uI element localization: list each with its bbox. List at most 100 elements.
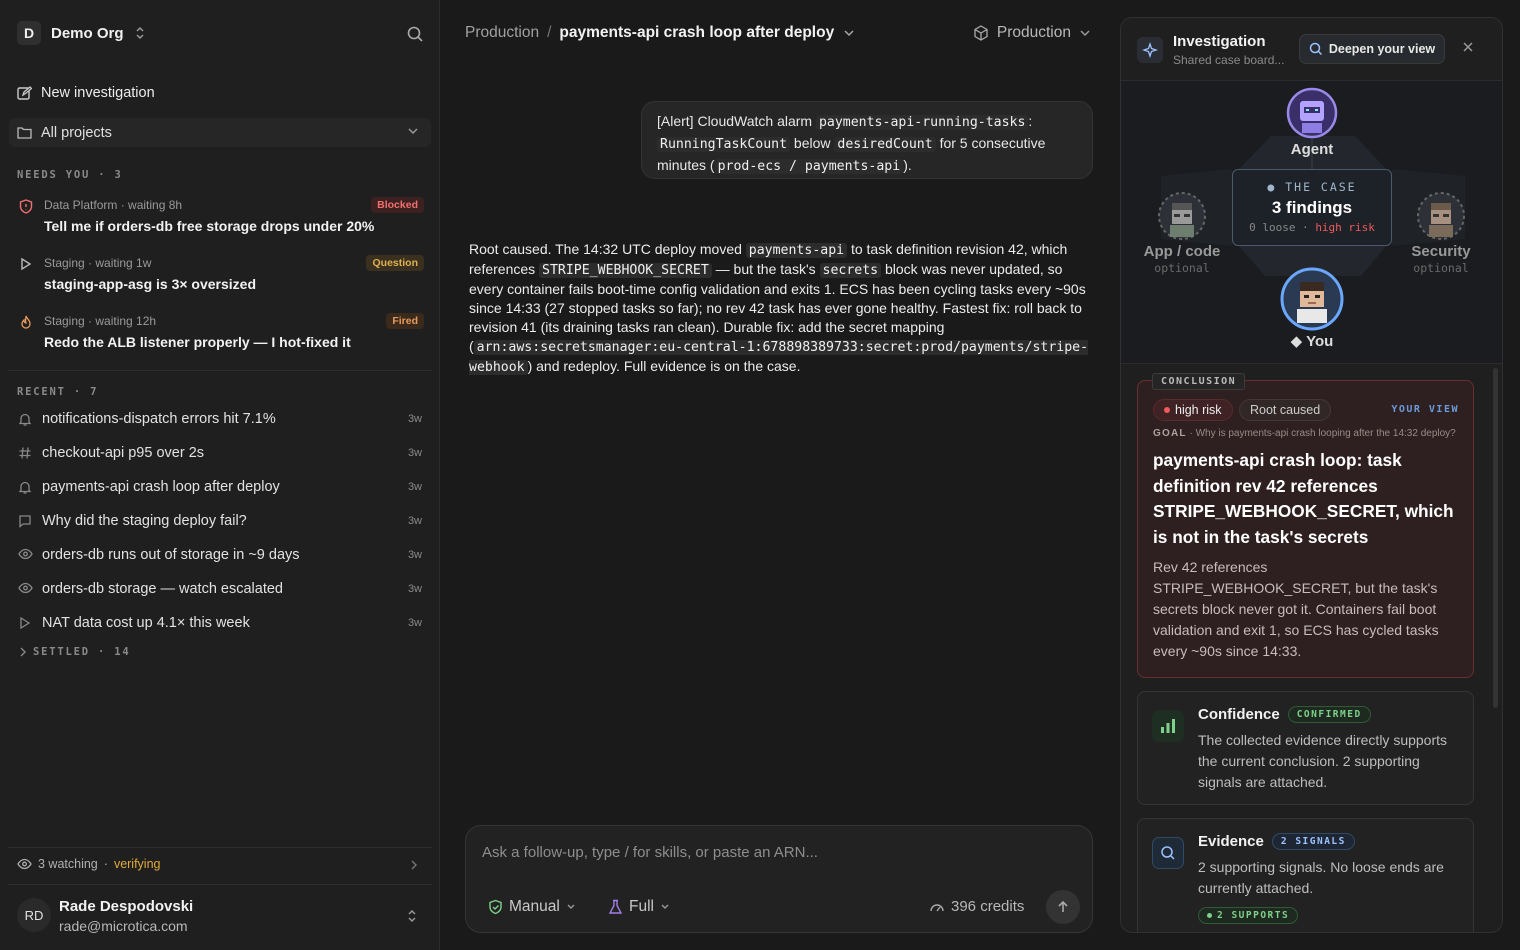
answer-text: Root caused. The 14:32 UTC deploy moved [469, 241, 746, 257]
watching-status[interactable]: 3 watching · verifying [17, 857, 160, 871]
app-code-optional: optional [1154, 261, 1210, 275]
panel-subtitle: Shared case board... [1173, 53, 1285, 67]
new-investigation-button[interactable]: New investigation [17, 85, 155, 101]
needs-you-item[interactable]: Staging · waiting 12h Redo the ALB liste… [17, 313, 427, 354]
message-input[interactable]: Ask a follow-up, type / for skills, or p… [482, 844, 818, 861]
new-investigation-label: New investigation [41, 85, 155, 101]
sidebar: D Demo Org New investigation All project… [0, 0, 440, 950]
watching-state: verifying [113, 857, 161, 871]
settled-toggle[interactable]: SETTLED · 14 [19, 646, 130, 658]
page-title: payments-api crash loop after deploy [559, 24, 835, 41]
you-label: ◆ You [1290, 333, 1334, 350]
eye-icon [18, 582, 33, 594]
confidence-title: Confidence [1198, 706, 1280, 723]
status-pill: Root caused [1239, 399, 1332, 421]
confidence-tag: CONFIRMED [1287, 706, 1371, 723]
alert-text: : [1028, 113, 1033, 129]
breadcrumb-project[interactable]: Production [465, 24, 539, 42]
recent-item-age: 3w [407, 583, 422, 595]
recent-item[interactable]: orders-db runs out of storage in ~9 days… [17, 545, 427, 567]
evidence-title: Evidence [1198, 833, 1264, 850]
recent-item[interactable]: Why did the staging deploy fail? 3w [17, 511, 427, 533]
search-icon [1309, 42, 1323, 56]
app-code-label: App / code [1143, 243, 1221, 260]
supports-badge: 2 SUPPORTS [1198, 907, 1299, 924]
send-button[interactable] [1046, 890, 1080, 924]
conclusion-card[interactable]: CONCLUSION high risk Root caused YOUR VI… [1137, 373, 1474, 678]
mode-selector[interactable]: Manual [488, 898, 576, 916]
settled-label: SETTLED · 14 [33, 646, 131, 658]
credits-label: 396 credits [951, 898, 1025, 915]
eye-icon [18, 548, 33, 560]
chevron-down-icon [407, 126, 419, 136]
chevron-down-icon [566, 903, 576, 911]
chevron-down-icon[interactable] [842, 28, 856, 38]
recent-item[interactable]: checkout-api p95 over 2s 3w [17, 443, 427, 465]
environment-selector[interactable]: Production [973, 24, 1091, 42]
recent-item-title: NAT data cost up 4.1× this week [42, 615, 250, 631]
user-email: rade@microtica.com [59, 918, 188, 934]
metric-name: RunningTaskCount [657, 137, 791, 152]
needs-you-meta: Data Platform · waiting 8h [44, 198, 183, 212]
confidence-header: Confidence CONFIRMED [1198, 706, 1371, 723]
divider [8, 884, 432, 885]
risk-label: high risk [1175, 403, 1222, 417]
bell-icon [18, 412, 32, 427]
conclusion-tag: CONCLUSION [1152, 373, 1246, 390]
risk-pill: high risk [1153, 399, 1233, 421]
evidence-card[interactable]: Evidence 2 SIGNALS 2 supporting signals.… [1137, 818, 1474, 932]
supports-dot [1207, 913, 1212, 918]
divider [8, 847, 432, 848]
chevron-updown-icon[interactable] [406, 907, 418, 925]
search-icon[interactable] [405, 24, 425, 44]
agent-label: Agent [1290, 141, 1334, 158]
bell-icon [18, 480, 32, 495]
goal-line: GOAL · Why is payments-api crash looping… [1153, 428, 1465, 439]
recent-item[interactable]: orders-db storage — watch escalated 3w [17, 579, 427, 601]
org-switcher[interactable]: D Demo Org [17, 21, 146, 45]
recent-item[interactable]: notifications-dispatch errors hit 7.1% 3… [17, 409, 427, 431]
confidence-card[interactable]: Confidence CONFIRMED The collected evide… [1137, 691, 1474, 805]
investigation-panel: Investigation Shared case board... Deepe… [1120, 17, 1503, 933]
needs-you-title: Tell me if orders-db free storage drops … [44, 218, 375, 234]
case-meta: 0 loose · high risk [1233, 221, 1391, 234]
recent-item-title: orders-db storage — watch escalated [42, 581, 283, 597]
status-badge: Question [366, 255, 424, 271]
recent-item-title: orders-db runs out of storage in ~9 days [42, 547, 300, 563]
deepen-view-button[interactable]: Deepen your view [1299, 34, 1445, 64]
all-projects-dropdown[interactable]: All projects [9, 118, 431, 147]
case-label: ● THE CASE [1267, 180, 1357, 194]
credits-indicator: 396 credits [929, 898, 1024, 915]
recent-item-age: 3w [407, 549, 422, 561]
secret-name: STRIPE_WEBHOOK_SECRET [539, 263, 712, 278]
close-icon[interactable] [1461, 40, 1475, 54]
eye-icon [17, 858, 32, 870]
security-label: Security [1411, 243, 1471, 260]
supports-label: 2 SUPPORTS [1217, 910, 1290, 921]
watching-separator: · [103, 857, 108, 871]
flame-icon [19, 315, 33, 330]
environment-label: Production [996, 24, 1071, 41]
goal-label: GOAL [1153, 428, 1187, 439]
chevron-right-icon[interactable] [410, 860, 418, 870]
case-summary[interactable]: ● THE CASE 3 findings 0 loose · high ris… [1232, 169, 1392, 246]
gauge-icon [929, 900, 945, 914]
recent-item[interactable]: payments-api crash loop after deploy 3w [17, 477, 427, 499]
needs-you-item[interactable]: Data Platform · waiting 8h Tell me if or… [17, 197, 427, 238]
divider [8, 370, 432, 371]
needs-you-meta: Staging · waiting 12h [44, 314, 157, 328]
recent-item-title: Why did the staging deploy fail? [42, 513, 247, 529]
depth-selector[interactable]: Full [608, 898, 670, 916]
recent-item[interactable]: NAT data cost up 4.1× this week 3w [17, 613, 427, 635]
panel-scrollbar[interactable] [1493, 368, 1498, 708]
user-alert-message: [Alert] CloudWatch alarm payments-api-ru… [641, 101, 1093, 179]
all-projects-label: All projects [41, 124, 112, 141]
needs-you-item[interactable]: Staging · waiting 1w staging-app-asg is … [17, 255, 427, 296]
bar-chart-icon [1152, 710, 1184, 742]
org-avatar: D [17, 21, 41, 45]
recent-item-age: 3w [407, 481, 422, 493]
recent-item-age: 3w [407, 515, 422, 527]
recent-item-age: 3w [407, 413, 422, 425]
breadcrumb: Production / payments-api crash loop aft… [465, 24, 856, 42]
case-risk: high risk [1315, 221, 1375, 234]
